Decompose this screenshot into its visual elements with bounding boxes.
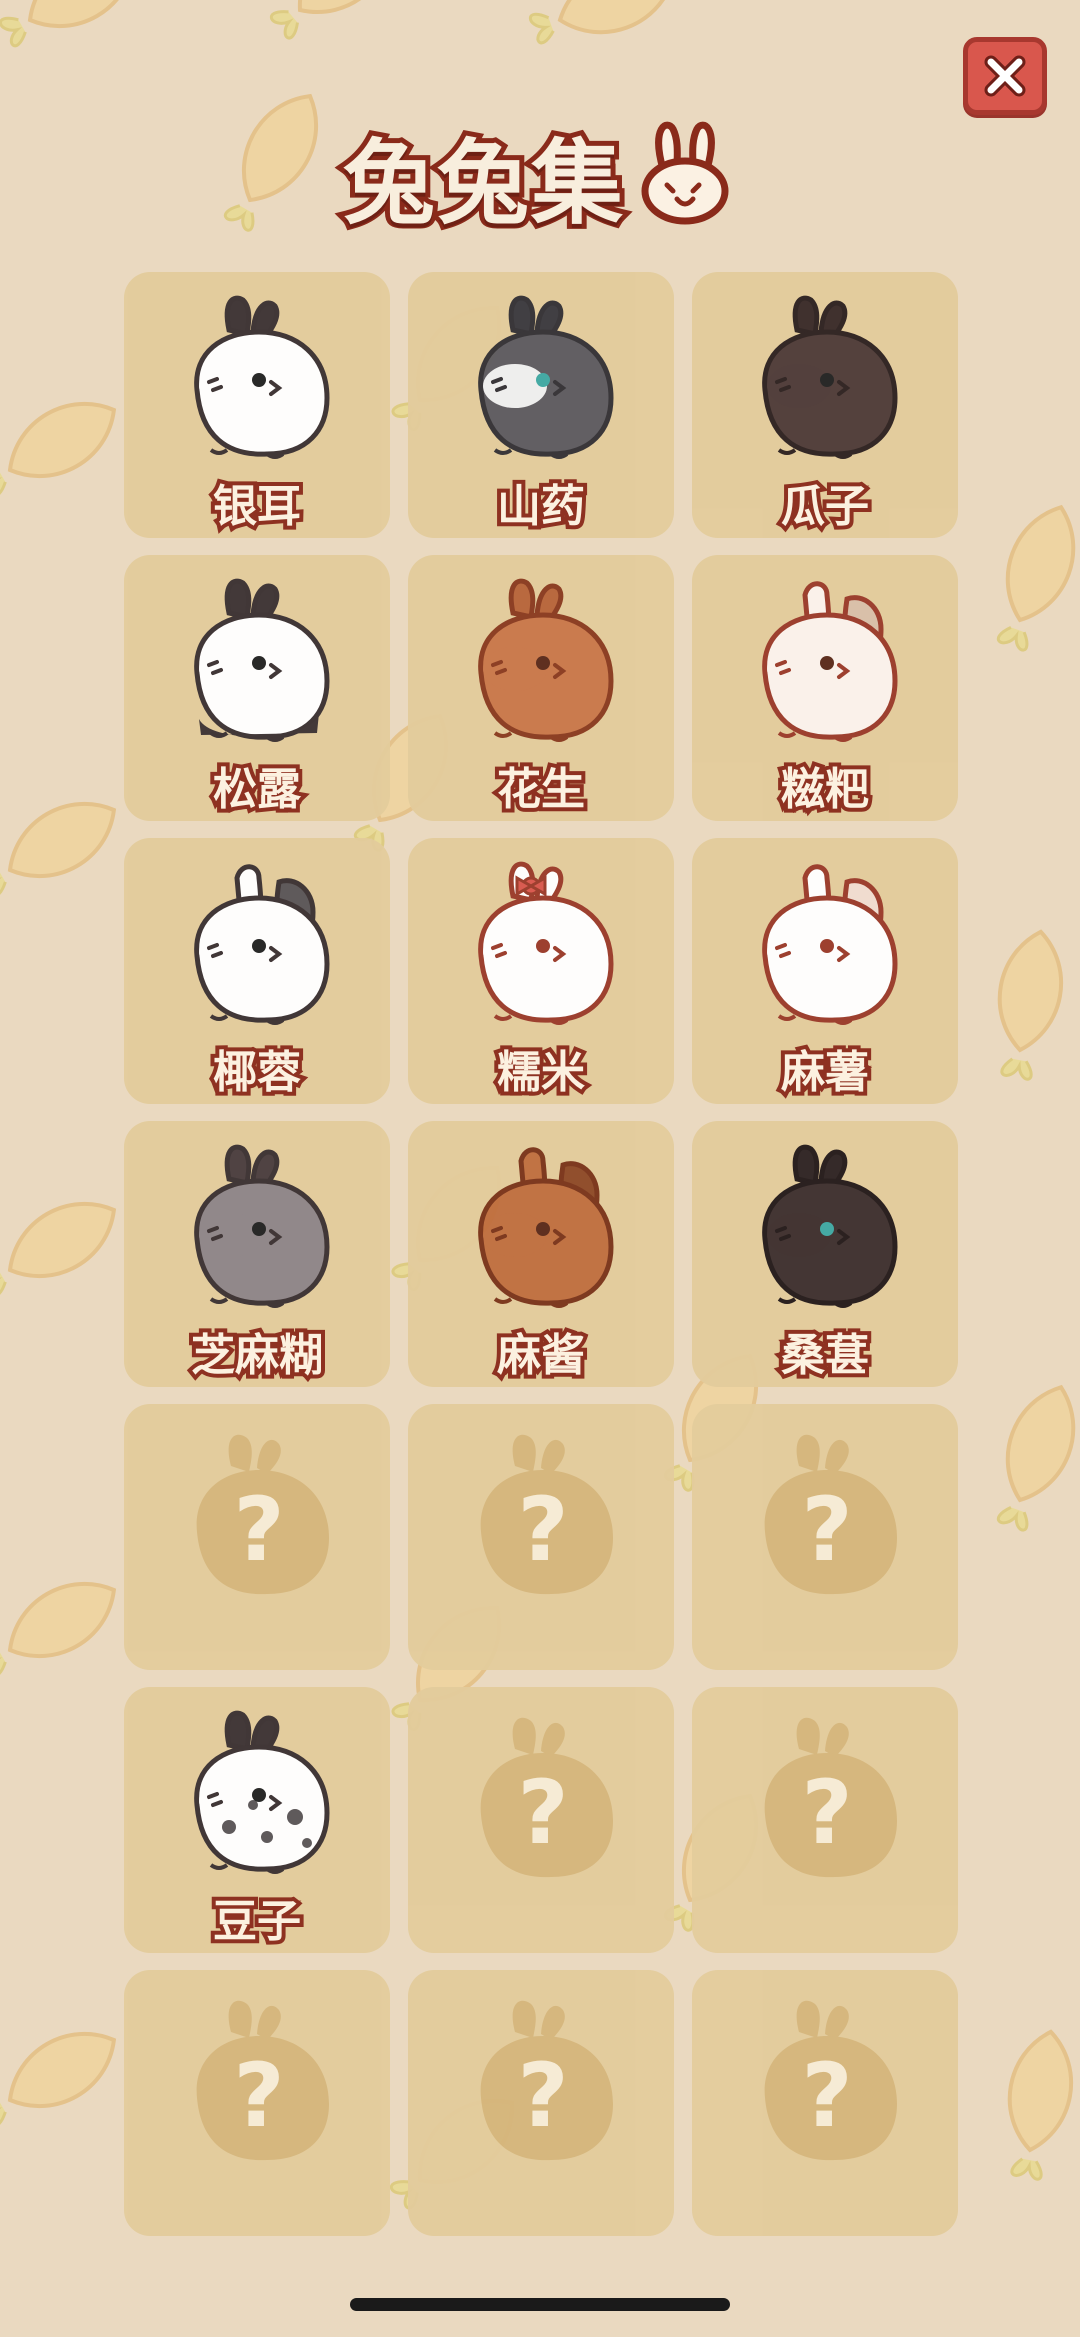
locked-bunny-card[interactable]: ? [124, 1404, 390, 1670]
bunny-illustration [194, 295, 330, 459]
locked-bunny-card[interactable]: ? [408, 1404, 674, 1670]
bunny-card[interactable]: 豆子 [124, 1687, 390, 1953]
bunny-silhouette: ? [480, 1434, 613, 1595]
unknown-mark: ? [517, 1761, 568, 1864]
bunny-name: 瓜子 [777, 477, 873, 536]
home-indicator [350, 2298, 730, 2311]
bunny-illustration [478, 578, 614, 742]
unknown-mark: ? [801, 1478, 852, 1581]
bunny-card[interactable]: 麻薯 [692, 838, 958, 1104]
bunny-illustration [478, 861, 614, 1025]
bunny-name: 花生 [493, 760, 589, 819]
locked-bunny-card[interactable]: ? [692, 1687, 958, 1953]
bunny-card[interactable]: 糯米 [408, 838, 674, 1104]
bunny-illustration [478, 1147, 614, 1308]
bunny-silhouette: ? [764, 1434, 897, 1595]
bunny-name: 椰蓉 [209, 1043, 305, 1102]
bunny-name: 麻薯 [777, 1043, 873, 1102]
bunny-name: 糯米 [493, 1043, 589, 1102]
locked-bunny-card[interactable]: ? [692, 1970, 958, 2236]
bunny-illustration [194, 578, 330, 742]
bunny-name: 豆子 [209, 1892, 305, 1951]
locked-bunny-card[interactable]: ? [408, 1970, 674, 2236]
bunny-silhouette: ? [196, 1434, 329, 1595]
bunny-card[interactable]: 银耳 [124, 272, 390, 538]
unknown-mark: ? [801, 2044, 852, 2147]
bunny-name: 芝麻糊 [187, 1326, 327, 1385]
bunny-silhouette: ? [480, 1717, 613, 1878]
bunny-card[interactable]: 糍粑 [692, 555, 958, 821]
bunny-card[interactable]: 瓜子 [692, 272, 958, 538]
bunny-silhouette: ? [764, 1717, 897, 1878]
bunny-card[interactable]: 花生 [408, 555, 674, 821]
bunny-illustration [194, 1710, 330, 1874]
bunny-name: 山药 [493, 477, 589, 536]
bunny-name: 银耳 [209, 477, 305, 536]
bunny-illustration [194, 864, 330, 1025]
bunny-silhouette: ? [480, 2000, 613, 2161]
bunny-name: 松露 [209, 760, 305, 819]
bunny-illustration [762, 1144, 898, 1308]
bunny-card[interactable]: 麻酱 [408, 1121, 674, 1387]
bunny-illustration [762, 581, 898, 742]
unknown-mark: ? [233, 2044, 284, 2147]
locked-bunny-card[interactable]: ? [408, 1687, 674, 1953]
unknown-mark: ? [801, 1761, 852, 1864]
bunny-face-icon [641, 121, 729, 225]
unknown-mark: ? [233, 1478, 284, 1581]
bunny-illustration [762, 295, 898, 459]
bunny-card[interactable]: 桑葚 [692, 1121, 958, 1387]
bunny-illustration [478, 295, 614, 459]
bunny-silhouette: ? [764, 2000, 897, 2161]
page-title-area: 兔兔集 [0, 110, 1080, 242]
bunny-illustration [194, 1144, 330, 1308]
locked-bunny-card[interactable]: ? [692, 1404, 958, 1670]
page-title: 兔兔集 [338, 125, 628, 242]
bunny-card[interactable]: 椰蓉 [124, 838, 390, 1104]
bunny-name: 麻酱 [493, 1326, 589, 1385]
close-button[interactable] [963, 37, 1047, 115]
bunny-card[interactable]: 山药 [408, 272, 674, 538]
bunny-card[interactable]: 芝麻糊 [124, 1121, 390, 1387]
bunny-illustration [762, 864, 898, 1025]
bunny-card[interactable]: 松露 [124, 555, 390, 821]
locked-bunny-card[interactable]: ? [124, 1970, 390, 2236]
close-icon [984, 55, 1026, 97]
bunny-name: 桑葚 [777, 1326, 873, 1385]
bunny-silhouette: ? [196, 2000, 329, 2161]
unknown-mark: ? [517, 2044, 568, 2147]
bunny-name: 糍粑 [777, 760, 873, 819]
unknown-mark: ? [517, 1478, 568, 1581]
